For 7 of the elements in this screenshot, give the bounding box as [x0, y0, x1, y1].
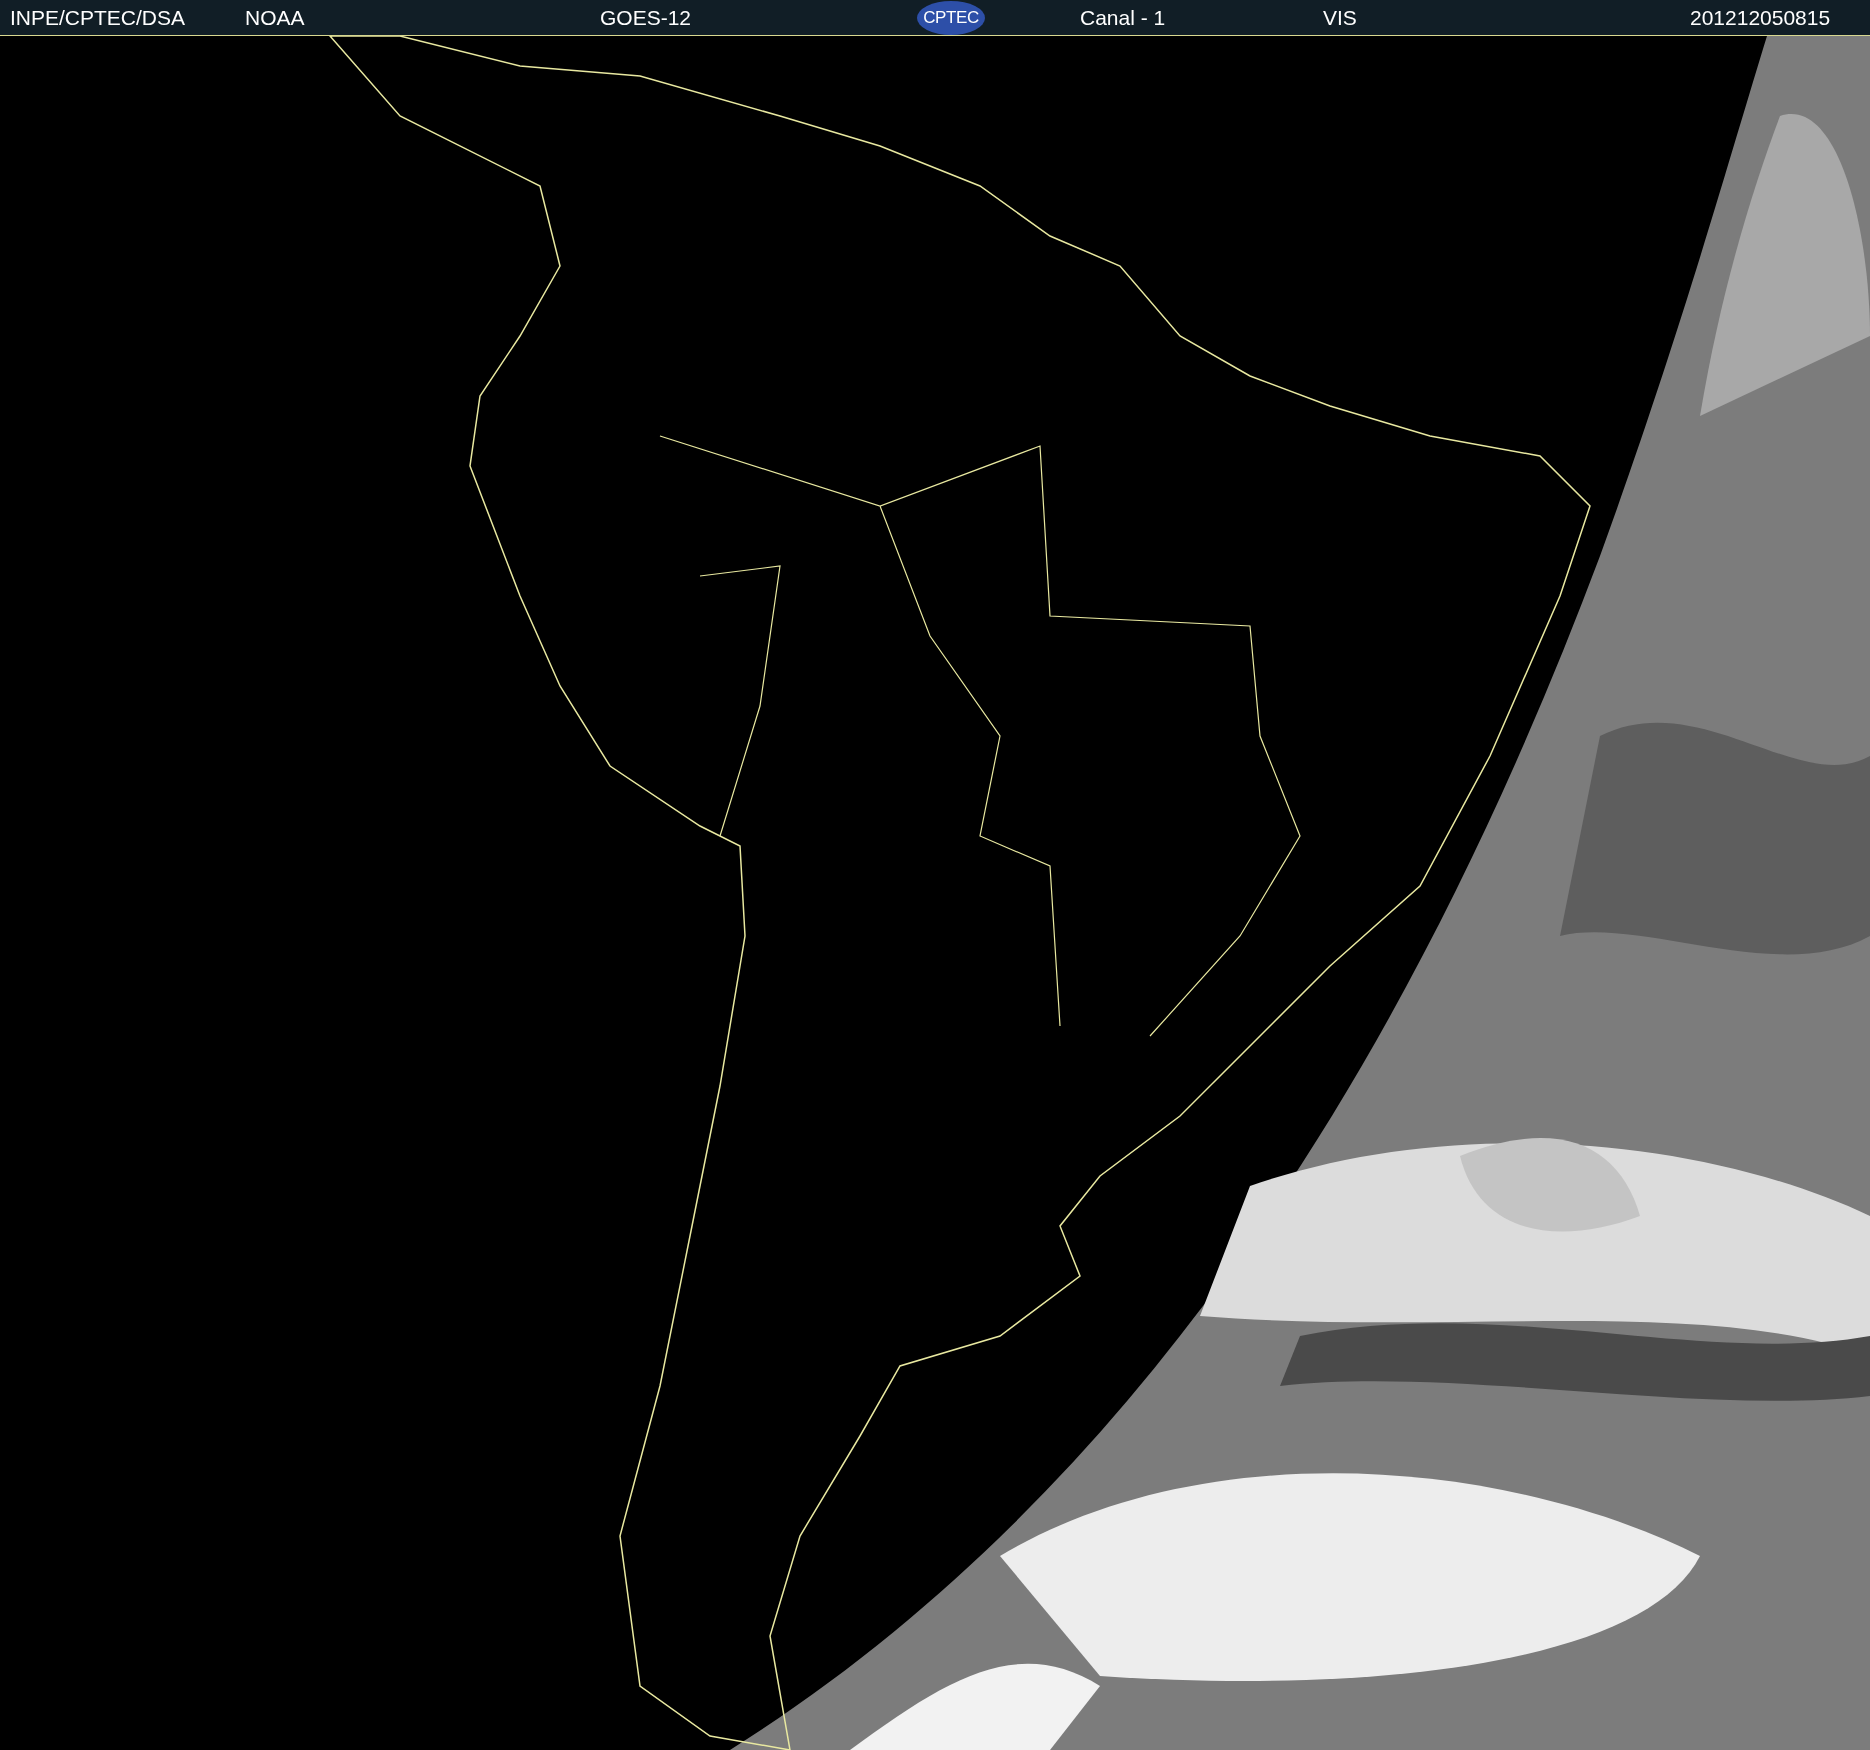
source-label: INPE/CPTEC/DSA — [10, 4, 187, 31]
satellite-label: GOES-12 — [600, 4, 693, 31]
agency-label: NOAA — [245, 4, 306, 31]
channel-label: Canal - 1 — [1080, 4, 1167, 31]
cptec-logo: CPTEC — [917, 0, 985, 35]
timestamp-label: 201212050815 — [1690, 4, 1831, 31]
band-label: VIS — [1323, 4, 1358, 31]
